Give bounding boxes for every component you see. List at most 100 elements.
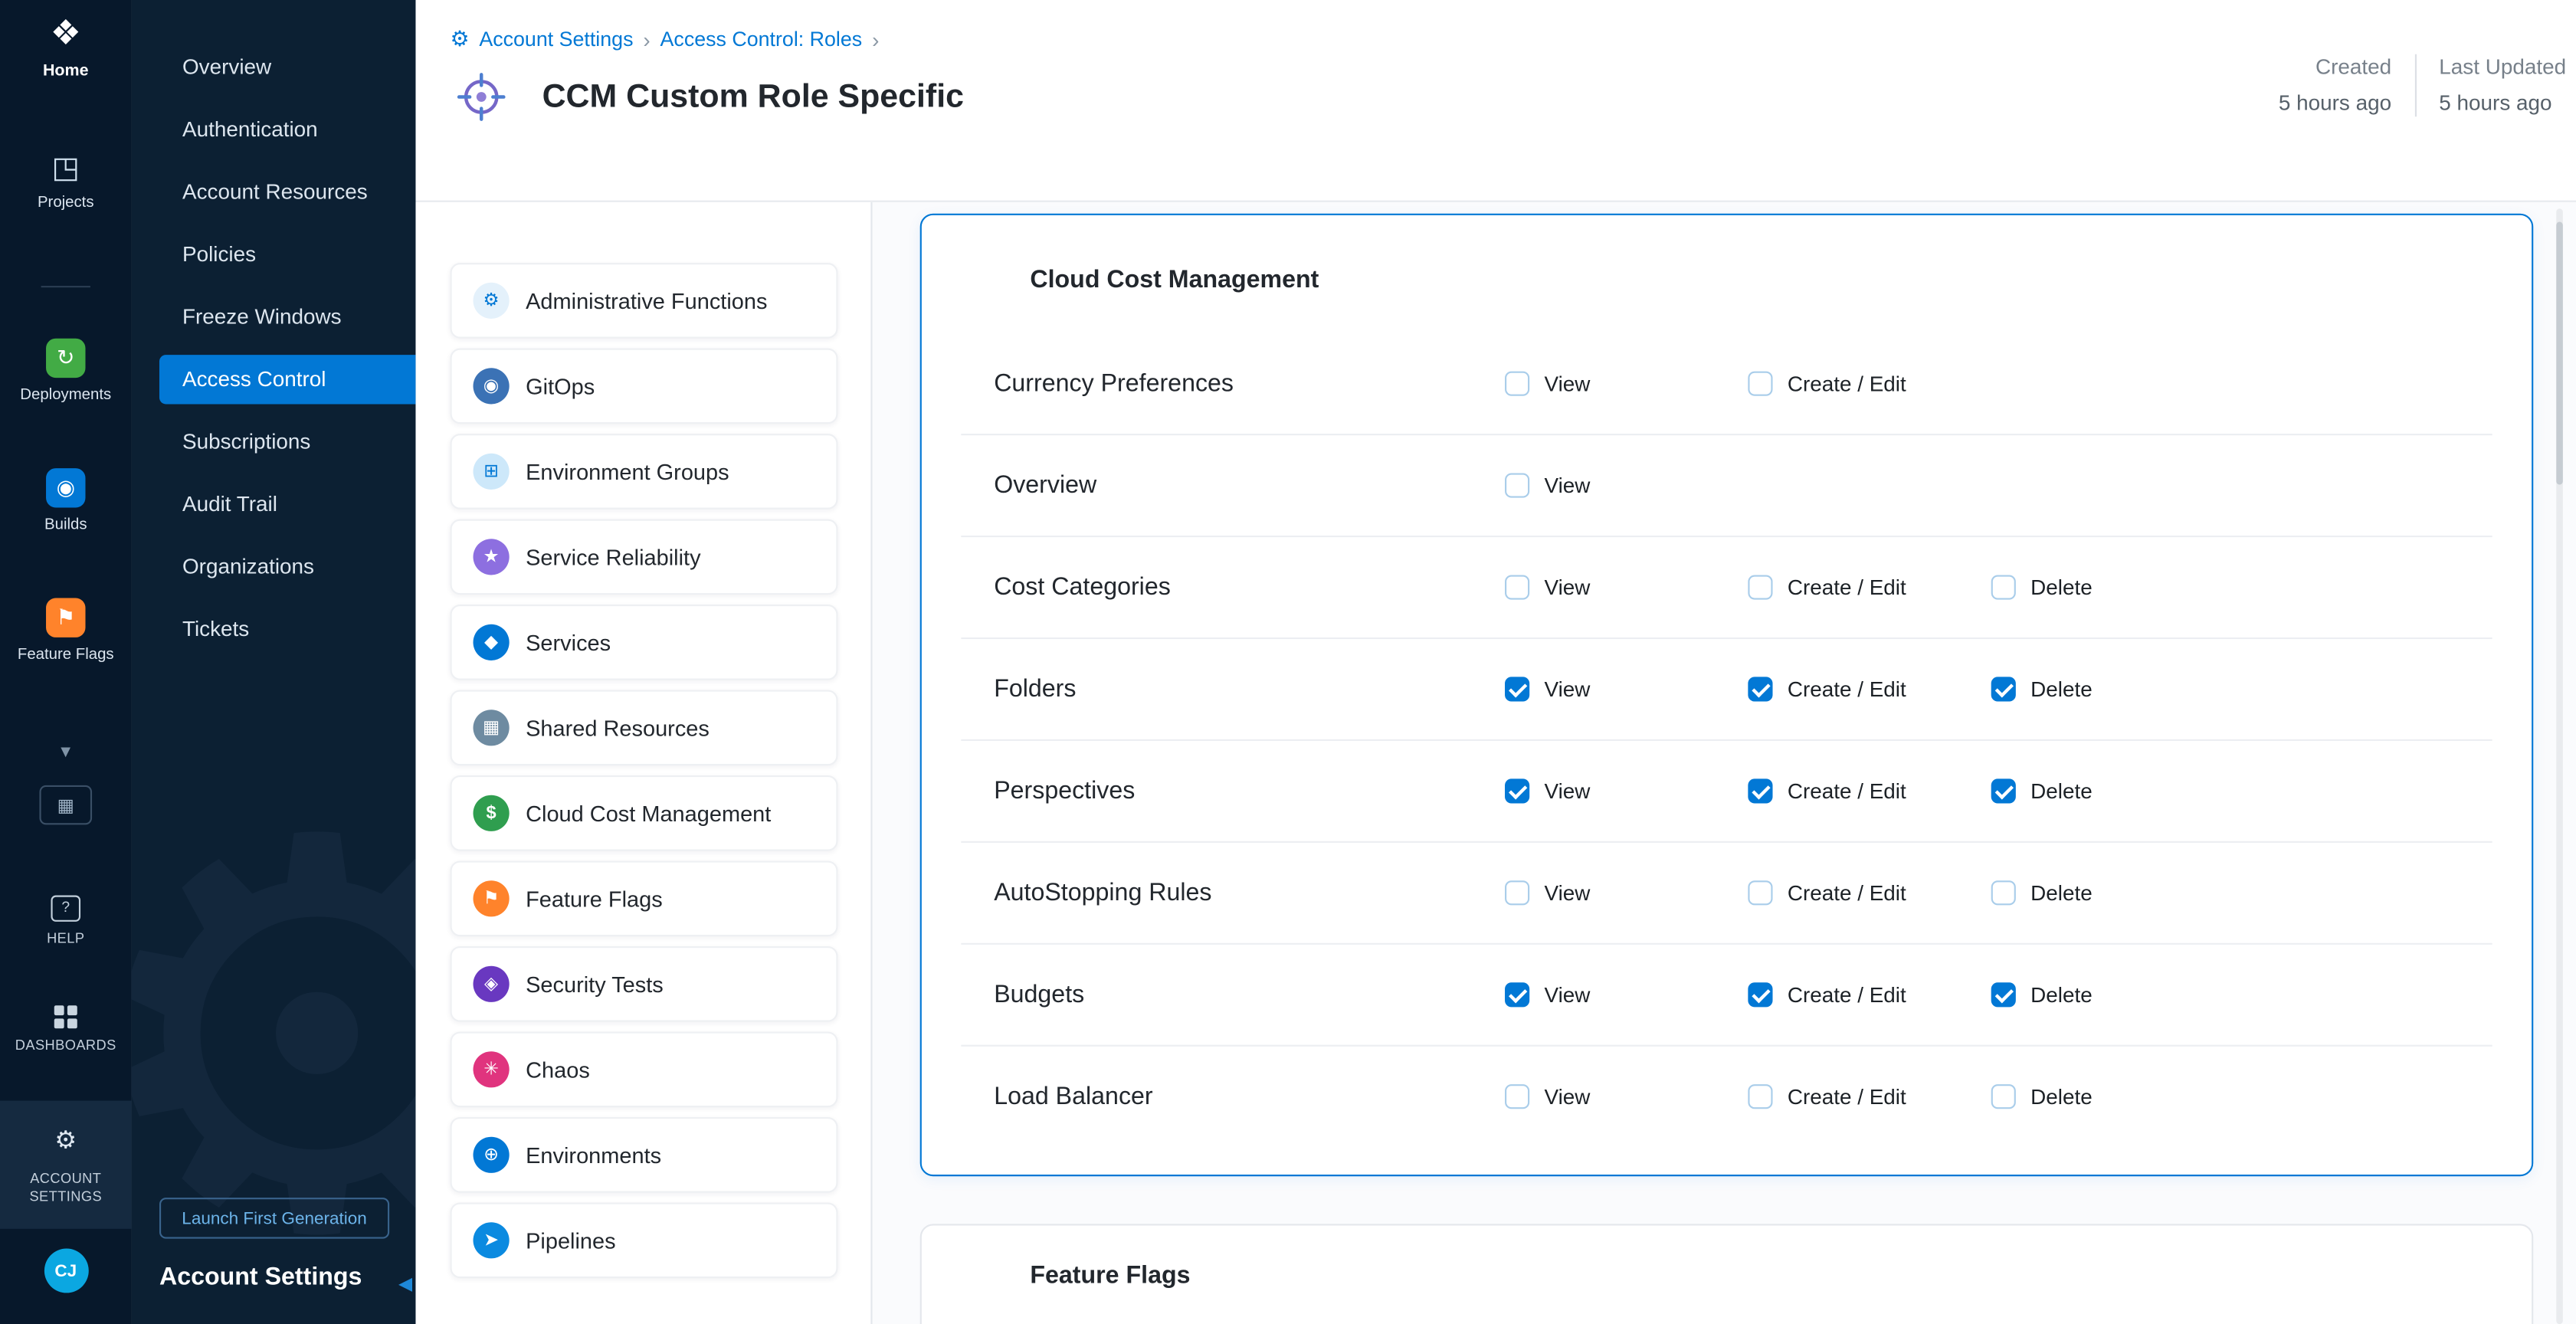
- resource-group-environments[interactable]: ⊕Environments: [450, 1117, 837, 1193]
- sidebar-item-policies[interactable]: Policies: [159, 230, 415, 279]
- nav-builds[interactable]: ◉Builds: [44, 468, 87, 536]
- checkbox-perspectives-view[interactable]: [1505, 778, 1529, 803]
- checkbox-budgets-create-edit[interactable]: [1748, 982, 1772, 1007]
- page-title: CCM Custom Role Specific: [542, 78, 964, 116]
- scrollbar-thumb[interactable]: [2556, 221, 2563, 484]
- resource-group-environment-groups[interactable]: ⊞Environment Groups: [450, 434, 837, 510]
- sidebar-menu: Overview Authentication Account Resources P…: [132, 43, 416, 667]
- resource-group-label: Cloud Cost Management: [526, 801, 771, 825]
- permission-label: Create / Edit: [1788, 372, 1906, 396]
- permission-label: Create / Edit: [1788, 677, 1906, 701]
- sidebar-item-authentication[interactable]: Authentication: [159, 105, 415, 154]
- resource-group-security-tests[interactable]: ◈Security Tests: [450, 946, 837, 1022]
- permission-folders-create-edit: Create / Edit: [1748, 677, 1991, 701]
- checkbox-load-balancer-delete[interactable]: [1991, 1084, 2016, 1109]
- checkbox-currency-preferences-view[interactable]: [1505, 372, 1529, 396]
- checkbox-cost-categories-view[interactable]: [1505, 575, 1529, 599]
- permission-cost-categories-create-edit: Create / Edit: [1748, 575, 1991, 599]
- nav-feature-flags-label: Feature Flags: [18, 645, 114, 664]
- checkbox-currency-preferences-create-edit[interactable]: [1748, 372, 1772, 396]
- checkbox-budgets-delete[interactable]: [1991, 982, 2016, 1007]
- resource-group-label: Security Tests: [526, 972, 664, 996]
- checkbox-autostopping-rules-create-edit[interactable]: [1748, 880, 1772, 905]
- resource-group-label: Service Reliability: [526, 545, 700, 569]
- last-updated-value: 5 hours ago: [2439, 90, 2566, 115]
- user-menu[interactable]: CJ: [0, 1249, 132, 1293]
- module-selector-button[interactable]: ▦: [0, 785, 132, 824]
- nav-projects[interactable]: ◳ Projects: [0, 151, 132, 213]
- resource-group-services[interactable]: ◆Services: [450, 605, 837, 680]
- checkbox-overview-view[interactable]: [1505, 474, 1529, 498]
- shared-resources-icon: ▦: [474, 710, 510, 746]
- resource-group-shared-resources[interactable]: ▦Shared Resources: [450, 690, 837, 766]
- resource-group-service-reliability[interactable]: ★Service Reliability: [450, 519, 837, 595]
- permission-label: View: [1544, 575, 1590, 599]
- resource-group-chaos[interactable]: ✳Chaos: [450, 1032, 837, 1108]
- permission-label: View: [1544, 677, 1590, 701]
- resource-group-gitops[interactable]: ◉GitOps: [450, 349, 837, 424]
- permission-budgets-view: View: [1505, 982, 1748, 1007]
- checkbox-folders-delete[interactable]: [1991, 677, 2016, 701]
- administrative-functions-icon: ⚙: [474, 283, 510, 319]
- checkbox-perspectives-delete[interactable]: [1991, 778, 2016, 803]
- launch-first-generation-button[interactable]: Launch First Generation: [159, 1198, 389, 1239]
- permission-currency-preferences-create-edit: Create / Edit: [1748, 372, 1991, 396]
- nav-projects-label: Projects: [38, 194, 94, 213]
- permission-label: Create / Edit: [1788, 575, 1906, 599]
- resource-group-list: ⚙Administrative Functions ◉GitOps ⊞Environ…: [415, 202, 872, 1324]
- permission-label: View: [1544, 982, 1590, 1007]
- sidebar-item-subscriptions[interactable]: Subscriptions: [159, 418, 415, 467]
- breadcrumb-access-control-roles[interactable]: Access Control: Roles: [660, 28, 863, 51]
- content: ⚙Administrative Functions ◉GitOps ⊞Environ…: [415, 202, 2576, 1324]
- sidebar-item-organizations[interactable]: Organizations: [159, 542, 415, 592]
- checkbox-load-balancer-create-edit[interactable]: [1748, 1084, 1772, 1109]
- environment-groups-icon: ⊞: [474, 454, 510, 490]
- resource-group-administrative-functions[interactable]: ⚙Administrative Functions: [450, 263, 837, 339]
- checkbox-cost-categories-delete[interactable]: [1991, 575, 2016, 599]
- nav-help[interactable]: ? HELP: [0, 896, 132, 948]
- resource-group-pipelines[interactable]: ➤Pipelines: [450, 1203, 837, 1279]
- gitops-icon: ◉: [474, 368, 510, 404]
- permission-currency-preferences-view: View: [1505, 372, 1748, 396]
- sidebar-item-overview[interactable]: Overview: [159, 43, 415, 92]
- sidebar-item-access-control[interactable]: Access Control: [159, 355, 415, 404]
- checkbox-folders-create-edit[interactable]: [1748, 677, 1772, 701]
- permission-resource-name: Budgets: [961, 981, 1505, 1008]
- chevron-down-icon[interactable]: ▾: [0, 739, 132, 762]
- nav-feature-flags[interactable]: ⚑Feature Flags: [18, 598, 114, 665]
- permission-resource-name: Perspectives: [961, 777, 1505, 805]
- nav-home[interactable]: ❖ Home: [0, 13, 132, 83]
- permission-label: Create / Edit: [1788, 778, 1906, 803]
- permission-label: Create / Edit: [1788, 982, 1906, 1007]
- checkbox-folders-view[interactable]: [1505, 677, 1529, 701]
- created-value: 5 hours ago: [2279, 90, 2391, 115]
- nav-deployments[interactable]: ↻Deployments: [20, 339, 111, 406]
- checkbox-load-balancer-view[interactable]: [1505, 1084, 1529, 1109]
- resource-group-feature-flags[interactable]: ⚑Feature Flags: [450, 861, 837, 937]
- last-updated-label: Last Updated: [2439, 54, 2566, 79]
- permission-load-balancer-view: View: [1505, 1084, 1748, 1109]
- checkbox-perspectives-create-edit[interactable]: [1748, 778, 1772, 803]
- permission-row-folders: FoldersViewCreate / EditDelete: [961, 639, 2492, 741]
- permission-label: View: [1544, 474, 1590, 498]
- nav-dashboards[interactable]: DASHBOARDS: [0, 1005, 132, 1054]
- nav-account-settings[interactable]: ⚙ ACCOUNT SETTINGS: [0, 1101, 132, 1229]
- sidebar-item-account-resources[interactable]: Account Resources: [159, 168, 415, 217]
- sidebar-item-tickets[interactable]: Tickets: [159, 605, 415, 654]
- permission-row-currency-preferences: Currency PreferencesViewCreate / Edit: [961, 333, 2492, 435]
- resource-group-cloud-cost-management[interactable]: $Cloud Cost Management: [450, 775, 837, 851]
- scrollbar[interactable]: [2556, 208, 2563, 1324]
- checkbox-cost-categories-create-edit[interactable]: [1748, 575, 1772, 599]
- checkbox-budgets-view[interactable]: [1505, 982, 1529, 1007]
- permission-row-cost-categories: Cost CategoriesViewCreate / EditDelete: [961, 537, 2492, 639]
- sidebar-item-freeze-windows[interactable]: Freeze Windows: [159, 293, 415, 342]
- permission-autostopping-rules-view: View: [1505, 880, 1748, 905]
- sidebar-item-audit-trail[interactable]: Audit Trail: [159, 480, 415, 529]
- permission-perspectives-create-edit: Create / Edit: [1748, 778, 1991, 803]
- feature-flags-icon: ⚑: [474, 880, 510, 916]
- permission-label: Delete: [2030, 880, 2093, 905]
- breadcrumb-account-settings[interactable]: Account Settings: [479, 28, 633, 51]
- checkbox-autostopping-rules-view[interactable]: [1505, 880, 1529, 905]
- collapse-sidebar-icon[interactable]: ◀: [398, 1273, 412, 1295]
- checkbox-autostopping-rules-delete[interactable]: [1991, 880, 2016, 905]
